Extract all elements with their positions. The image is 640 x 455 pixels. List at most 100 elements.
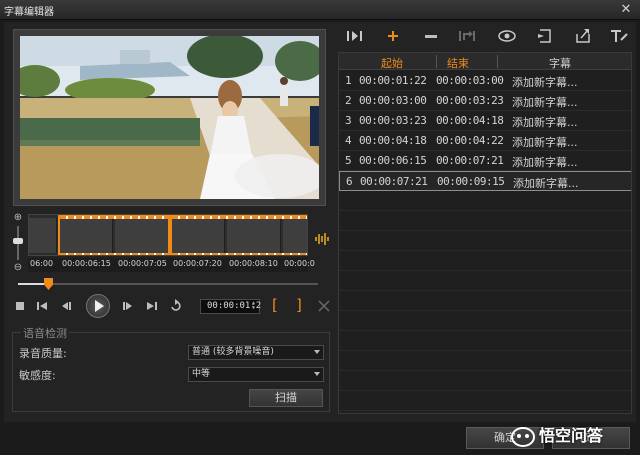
table-header: 起始 结束 字幕	[339, 53, 631, 71]
transport-controls: 00:00:01:2 ▲ ▼ [ ]	[10, 294, 332, 320]
recording-quality-label: 录音质量:	[19, 347, 67, 360]
recording-quality-value: 普通 (较多背景噪音)	[192, 347, 274, 357]
table-row[interactable]: 3 00:00:03:23 00:00:04:18 添加新字幕...	[339, 111, 631, 131]
ruler-label: 00:00:0	[284, 259, 315, 268]
empty-row	[339, 311, 631, 331]
ok-button[interactable]: 确定	[466, 427, 544, 449]
empty-row	[339, 271, 631, 291]
table-row[interactable]: 1 00:00:01:22 00:00:03:00 添加新字幕...	[339, 71, 631, 91]
ruler-label: 06:00	[30, 259, 54, 268]
zoom-slider-thumb[interactable]	[13, 238, 23, 244]
preview-image	[20, 36, 319, 199]
playhead-handle[interactable]	[44, 278, 53, 290]
row-end-time: 00:00:04:22	[436, 134, 504, 147]
table-row[interactable]: 6 00:00:07:21 00:00:09:15 添加新字幕...	[339, 171, 631, 191]
thumbnail-strip[interactable]	[28, 214, 308, 256]
preview-icon[interactable]	[496, 26, 518, 46]
empty-row	[339, 291, 631, 311]
remove-icon[interactable]	[420, 26, 442, 46]
timeline-zoom: ⊕ ⊖	[12, 212, 26, 274]
row-subtitle-text: 添加新字幕...	[512, 76, 578, 89]
zoom-out-icon[interactable]: ⊖	[12, 262, 24, 274]
empty-row	[339, 251, 631, 271]
sensitivity-value: 中等	[192, 369, 211, 379]
subtitle-segment[interactable]	[58, 215, 170, 255]
go-to-start-icon[interactable]	[34, 298, 50, 314]
voice-detection-group: 语音检测 录音质量: 普通 (较多背景噪音) 敏感度: 中等 扫描	[12, 325, 330, 412]
row-start-time: 00:00:07:21	[360, 175, 428, 188]
video-preview	[20, 36, 319, 199]
row-end-time: 00:00:04:18	[436, 114, 504, 127]
chevron-down-icon	[314, 350, 320, 354]
mark-in-button[interactable]: [	[272, 296, 278, 314]
row-index: 3	[345, 114, 352, 127]
timecode-spinner-icon[interactable]: ▲ ▼	[252, 301, 258, 312]
empty-row	[339, 331, 631, 351]
row-index: 1	[345, 74, 352, 87]
row-end-time: 00:00:07:21	[436, 154, 504, 167]
empty-row	[339, 191, 631, 211]
table-row[interactable]: 2 00:00:03:00 00:00:03:23 添加新字幕...	[339, 91, 631, 111]
sensitivity-select[interactable]: 中等	[188, 367, 324, 382]
row-index: 2	[345, 94, 352, 107]
timeline-ruler: 06:00 00:00:06:15 00:00:07:05 00:00:07:2…	[28, 258, 315, 272]
empty-row	[339, 351, 631, 371]
header-end[interactable]: 结束	[447, 55, 469, 71]
table-row[interactable]: 4 00:00:04:18 00:00:04:22 添加新字幕...	[339, 131, 631, 151]
row-end-time: 00:00:03:23	[436, 94, 504, 107]
clip-thumbnail	[29, 218, 57, 253]
video-preview-frame	[13, 29, 326, 206]
export-icon[interactable]	[572, 26, 594, 46]
scrub-bar[interactable]	[18, 278, 318, 290]
row-end-time: 00:00:09:15	[437, 175, 505, 188]
scrub-progress	[18, 283, 48, 285]
chevron-down-icon	[314, 372, 320, 376]
empty-row	[339, 371, 631, 391]
scissors-icon[interactable]	[316, 298, 332, 314]
row-index: 6	[346, 175, 353, 188]
row-start-time: 00:00:04:18	[359, 134, 427, 147]
play-button[interactable]	[86, 294, 110, 318]
header-subtitle[interactable]: 字幕	[549, 55, 571, 71]
audio-waveform-icon[interactable]	[314, 232, 330, 246]
repeat-icon[interactable]	[168, 298, 184, 314]
row-end-time: 00:00:03:00	[436, 74, 504, 87]
row-subtitle-text: 添加新字幕...	[512, 116, 578, 129]
subtitle-segment[interactable]	[170, 215, 307, 255]
close-icon[interactable]: ✕	[618, 2, 634, 17]
zoom-in-icon[interactable]: ⊕	[12, 212, 24, 224]
add-icon[interactable]	[382, 26, 404, 46]
previous-frame-icon[interactable]	[58, 298, 74, 314]
scan-button[interactable]: 扫描	[249, 389, 323, 407]
subtitle-toolbar	[344, 26, 634, 48]
go-to-end-icon[interactable]	[144, 298, 160, 314]
empty-row	[339, 231, 631, 251]
row-subtitle-text: 添加新字幕...	[512, 96, 578, 109]
jump-icon[interactable]	[456, 26, 478, 46]
window-title: 字幕编辑器	[4, 7, 54, 18]
ruler-label: 00:00:08:10	[229, 259, 278, 268]
ruler-label: 00:00:07:20	[173, 259, 222, 268]
table-row[interactable]: 5 00:00:06:15 00:00:07:21 添加新字幕...	[339, 151, 631, 171]
timecode-display[interactable]: 00:00:01:2 ▲ ▼	[200, 299, 261, 314]
cancel-button[interactable]: 取消	[552, 427, 630, 449]
row-subtitle-text: 添加新字幕...	[512, 136, 578, 149]
play-selection-icon[interactable]	[344, 26, 366, 46]
empty-row	[339, 391, 631, 411]
row-subtitle-text: 添加新字幕...	[513, 177, 579, 190]
subtitle-table: 起始 结束 字幕 1 00:00:01:22 00:00:03:00 添加新字幕...…	[338, 52, 632, 414]
main-panel: ⊕ ⊖ 06:00 00:00:06:15 00:00:07:05 00:00:…	[4, 22, 636, 422]
recording-quality-select[interactable]: 普通 (较多背景噪音)	[188, 345, 324, 360]
row-start-time: 00:00:03:23	[359, 114, 427, 127]
text-options-icon[interactable]	[608, 26, 630, 46]
voice-detection-legend: 语音检测	[21, 325, 69, 341]
stop-icon[interactable]	[12, 298, 28, 314]
title-bar: 字幕编辑器 ✕	[0, 0, 640, 20]
mark-out-button[interactable]: ]	[296, 296, 302, 314]
header-start[interactable]: 起始	[381, 55, 403, 71]
row-index: 4	[345, 134, 352, 147]
next-frame-icon[interactable]	[120, 298, 136, 314]
header-separator	[436, 55, 437, 68]
import-icon[interactable]	[534, 26, 556, 46]
footer: 确定 取消 悟空问答	[0, 422, 640, 455]
